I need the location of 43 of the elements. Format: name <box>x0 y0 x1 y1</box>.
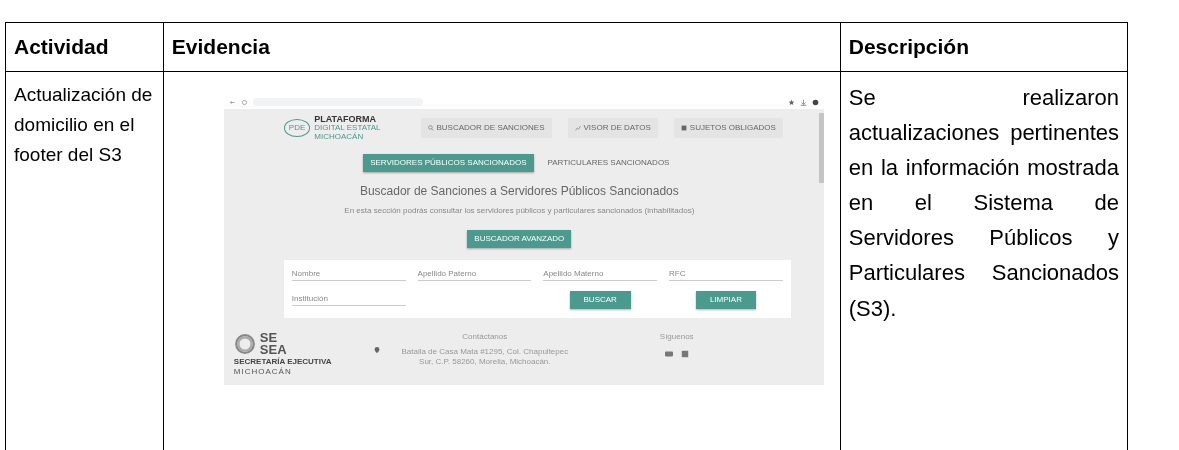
tab[interactable]: PARTICULARES SANCIONADOS <box>541 157 676 169</box>
logo-region: MICHOACÁN <box>233 366 293 377</box>
follow-title: Síguenos <box>659 332 694 342</box>
action-button[interactable]: BUSCAR <box>569 291 631 309</box>
ring-logo-icon <box>233 333 256 356</box>
line-chart-icon <box>574 125 581 132</box>
scrollbar-thumb <box>818 112 824 183</box>
nav-button[interactable]: VISOR DE DATOS <box>567 118 658 139</box>
address-text: Batalla de Casa Mata #1295, Col. Chapultepec Sur, C.P. 58260, Morelia, Michoacán. <box>400 347 570 367</box>
logo-text: SEA <box>259 344 287 357</box>
reload-icon <box>240 98 248 106</box>
text-field[interactable]: RFC <box>669 269 783 281</box>
square-icon <box>680 350 689 358</box>
logo-title: PLATAFORMA <box>314 114 377 125</box>
logo-subtitle: DIGITAL ESTATAL <box>314 124 381 133</box>
advanced-search-button[interactable]: BUSCADOR AVANZADO <box>467 230 572 248</box>
logo-region: MICHOACÁN <box>314 133 365 142</box>
tab[interactable]: SERVIDORES PÚBLICOS SANCIONADOS <box>363 154 534 172</box>
back-arrow-icon <box>228 98 236 106</box>
column-header: Evidencia <box>171 35 270 58</box>
search-icon <box>427 125 434 132</box>
nav-button[interactable]: SUJETOS OBLIGADOS <box>673 118 783 139</box>
star-icon <box>787 98 795 106</box>
contact-title: Contáctanos <box>462 332 508 342</box>
description-text: Se realizaron actualizaciones pertinentes en la información mostrada en el Sistema de Servidores Públicos y Particulares Sancionados (S3). <box>848 83 1119 323</box>
grid-icon <box>680 125 687 132</box>
download-icon <box>799 98 807 106</box>
logo-text: SE <box>259 332 279 345</box>
activity-text: Actualización de domicilio en el footer del S3 <box>14 82 154 168</box>
logo-caption: SECRETARÍA EJECUTIVA <box>233 356 333 367</box>
page-subtitle: En esta sección podrás consultar los servidores públicos y particulares sancionados (inhabilitados) <box>343 206 696 216</box>
text-field[interactable]: Apellido Paterno <box>417 269 532 281</box>
page-title: Buscador de Sanciones a Servidores Públicos Sancionados <box>358 184 680 199</box>
text-field[interactable]: Nombre <box>291 269 406 281</box>
profile-icon <box>811 98 819 106</box>
video-icon <box>664 350 673 358</box>
location-pin-icon <box>373 346 380 354</box>
nav-button[interactable]: BUSCADOR DE SANCIONES <box>420 118 552 139</box>
text-field[interactable]: Institución <box>291 294 406 306</box>
action-button[interactable]: LIMPIAR <box>695 291 756 309</box>
text-field[interactable]: Apellido Materno <box>543 269 658 281</box>
column-header: Descripción <box>848 35 969 58</box>
column-header: Actividad <box>14 35 109 58</box>
